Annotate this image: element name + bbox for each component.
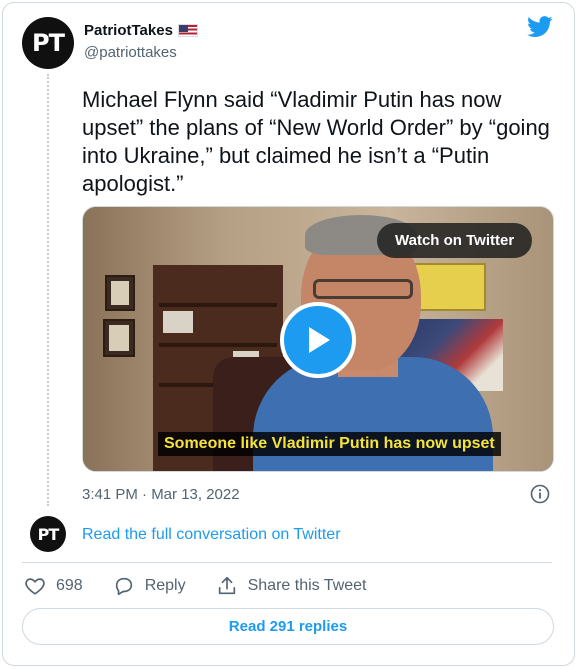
- author-handle[interactable]: @patriottakes: [84, 44, 177, 61]
- avatar-monogram: PT: [32, 29, 65, 57]
- read-replies-button[interactable]: Read 291 replies: [22, 608, 554, 645]
- reply-icon: [115, 577, 132, 596]
- shelf-row: [159, 343, 277, 347]
- video-caption: Someone like Vladimir Putin has now upse…: [158, 432, 501, 456]
- heart-icon: [25, 578, 45, 595]
- reply-label: Reply: [144, 577, 186, 594]
- shelf-photo: [163, 311, 193, 333]
- play-button[interactable]: [280, 302, 356, 378]
- speaker-glasses: [313, 279, 413, 299]
- like-button[interactable]: 698: [24, 575, 83, 597]
- wall-frame: [105, 275, 135, 311]
- shelf-row: [159, 303, 277, 307]
- author-name-text: PatriotTakes: [84, 22, 173, 39]
- tweet-text: Michael Flynn said “Vladimir Putin has n…: [82, 87, 550, 196]
- us-flag-icon: [177, 24, 198, 37]
- twitter-bird-icon[interactable]: [527, 16, 553, 38]
- share-label: Share this Tweet: [247, 577, 367, 594]
- reply-button[interactable]: Reply: [113, 575, 186, 597]
- play-icon: [309, 327, 330, 353]
- read-conversation-link[interactable]: Read the full conversation on Twitter: [82, 526, 341, 544]
- author-avatar[interactable]: PT: [22, 17, 74, 69]
- info-icon[interactable]: [530, 484, 550, 504]
- thread-connector: [47, 74, 49, 506]
- conversation-avatar[interactable]: PT: [30, 516, 66, 552]
- tweet-timestamp[interactable]: 3:41 PM · Mar 13, 2022: [82, 486, 240, 503]
- share-button[interactable]: Share this Tweet: [216, 575, 367, 597]
- share-icon: [218, 576, 235, 595]
- divider: [22, 562, 552, 563]
- video-player[interactable]: Watch on Twitter Someone like Vladimir P…: [82, 206, 554, 472]
- avatar-monogram: PT: [37, 524, 60, 544]
- watch-on-twitter-button[interactable]: Watch on Twitter: [377, 223, 533, 258]
- author-name[interactable]: PatriotTakes: [84, 22, 198, 39]
- like-count: 698: [56, 577, 83, 594]
- wall-frame: [103, 319, 135, 357]
- action-bar: 698 Reply Share this Tweet: [24, 574, 397, 598]
